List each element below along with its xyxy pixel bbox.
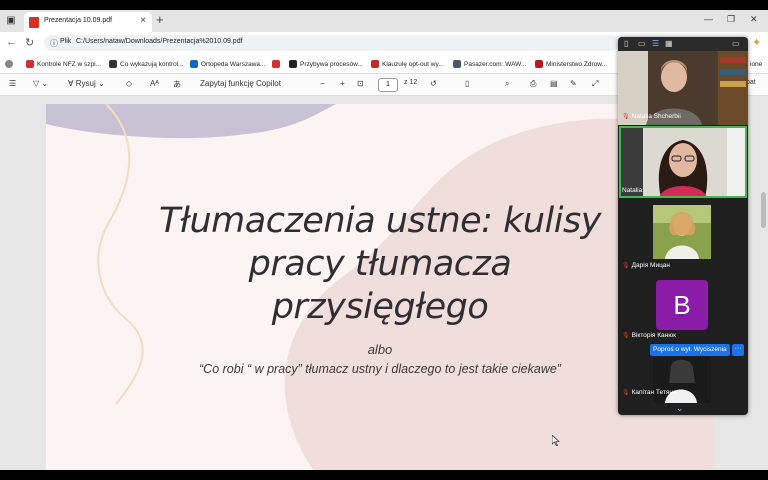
tab-pdf[interactable]: Prezentacja 10.09.pdf × <box>24 12 152 32</box>
maximize-icon[interactable]: ❐ <box>727 14 735 25</box>
tab-actions-icon[interactable]: ▣ <box>4 14 18 28</box>
slide-albo: albo <box>367 342 393 357</box>
contents-icon[interactable]: ☰ <box>9 79 16 88</box>
participant-avatar: B <box>656 280 708 330</box>
bookmark-3[interactable] <box>272 58 283 70</box>
close-tab-icon[interactable]: × <box>140 15 146 26</box>
participant-photo <box>653 205 711 259</box>
copilot-button[interactable]: Zapytaj funkcję Copilot <box>200 79 281 88</box>
save-as-icon[interactable]: ✎ <box>570 79 577 88</box>
rotate-icon[interactable]: ↺ <box>430 79 437 88</box>
participant-tile[interactable]: 🎙 Дарія Мицан <box>618 199 748 274</box>
layout-icon[interactable]: ▭ <box>638 39 646 48</box>
participant-photo <box>653 357 711 403</box>
participant-name: 🎙 Дарія Мицан <box>622 262 670 269</box>
bookmark-favicon <box>190 60 198 68</box>
slide-subtitle: “Co robi “ w pracy” tłumacz ustny i dlac… <box>199 362 561 376</box>
bookmarks-menu-icon[interactable] <box>5 58 16 70</box>
slide-title-line: przysięgłego <box>271 287 489 327</box>
fit-page-icon[interactable]: ⊡ <box>357 79 364 88</box>
slide-title-line: Tłumaczenia ustne: kulisy <box>159 201 601 241</box>
bookmark-2[interactable]: Ortopeda Warszawa... <box>190 58 265 70</box>
participant-name: 🎙 Капітан Тетяна <box>622 389 677 396</box>
zoom-out-icon[interactable]: − <box>320 79 325 88</box>
zoom-in-icon[interactable]: + <box>340 79 345 88</box>
url-field[interactable]: ⓘ Plik C:/Users/nataw/Downloads/Prezenta… <box>44 35 619 51</box>
page-view-icon[interactable]: ▯ <box>465 79 469 88</box>
meeting-panel-header: ▯ ▭ ☰ ▦ ▭ <box>618 37 748 51</box>
browser-window: ▣ Prezentacja 10.09.pdf × + — ❐ ✕ ← ↻ ⓘ … <box>0 10 768 470</box>
participant-tile-active[interactable]: Natalia <box>618 125 748 199</box>
pdf-file-icon <box>29 17 39 28</box>
window-close-icon[interactable]: ✕ <box>750 14 758 25</box>
screen: ▣ Prezentacja 10.09.pdf × + — ❐ ✕ ← ↻ ⓘ … <box>0 0 768 480</box>
back-icon[interactable]: ← <box>6 36 17 48</box>
bookmark-4[interactable]: Przybywa procesów... <box>289 58 363 70</box>
bookmark-7[interactable]: Ministerstwo Zdrow... <box>535 58 607 70</box>
minimize-icon[interactable]: — <box>704 14 713 24</box>
bookmark-6[interactable]: Pasazer.com: WAW... <box>453 58 526 70</box>
bookmark-0[interactable]: Kontrole NFZ w szpi... <box>26 58 101 70</box>
eraser-icon[interactable]: ◇ <box>126 79 132 88</box>
tab-strip: ▣ Prezentacja 10.09.pdf × + — ❐ ✕ <box>0 10 768 32</box>
draw-icon: ∀ <box>68 79 74 88</box>
bookmark-favicon <box>453 60 461 68</box>
muted-mic-icon: 🎙 <box>622 390 630 396</box>
url-text: C:/Users/nataw/Downloads/Prezentacja%201… <box>76 38 243 45</box>
url-scheme-label: Plik <box>60 38 72 45</box>
pdf-page: Tłumaczenia ustne: kulisy pracy tłumacza… <box>46 104 714 470</box>
participant-tile[interactable]: B 🎙 Вікторія Канюк <box>618 274 748 344</box>
bookmark-overflow[interactable]: ione <box>750 58 762 70</box>
save-icon[interactable]: ▤ <box>550 79 558 88</box>
fullscreen-icon[interactable]: ⤢ <box>592 79 598 89</box>
slide-title: Tłumaczenia ustne: kulisy pracy tłumacza… <box>46 200 714 329</box>
new-tab-icon[interactable]: + <box>156 12 164 27</box>
bookmark-1[interactable]: Co wykazują kontrol... <box>109 58 184 70</box>
bookmark-favicon <box>272 60 280 68</box>
muted-mic-icon: 🎙 <box>622 263 630 269</box>
bookmark-5[interactable]: Klauzulę opt-out wy... <box>371 58 444 70</box>
participant-name: 🎙 Вікторія Канюк <box>622 332 676 339</box>
grid-icon[interactable]: ▦ <box>665 39 673 48</box>
search-icon[interactable]: ⌕ <box>505 79 509 89</box>
print-icon[interactable]: ⎙ <box>530 79 536 89</box>
expand-icon[interactable]: ▭ <box>732 39 740 48</box>
read-aloud-icon[interactable]: Aᴬ <box>150 79 159 88</box>
lavender-blob <box>46 104 336 139</box>
participant-tile[interactable]: 🎙 Капітан Тетяна <box>618 357 748 403</box>
more-options-button[interactable]: ··· <box>732 344 744 356</box>
bookmark-favicon <box>371 60 379 68</box>
layout-icon[interactable]: ☰ <box>652 39 659 48</box>
page-number-input[interactable]: 1 <box>378 78 398 92</box>
vertical-scrollbar[interactable] <box>761 192 766 228</box>
bookmark-favicon <box>535 60 543 68</box>
participant-tile[interactable]: 🎙 Natalia Shcherbii <box>618 51 748 125</box>
reload-icon[interactable]: ↻ <box>25 36 34 49</box>
muted-mic-icon: 🎙 <box>622 114 630 120</box>
bookmark-favicon <box>26 60 34 68</box>
meeting-panel: ▯ ▭ ☰ ▦ ▭ 🎙 Natalia Shcherbii Natalia 🎙 … <box>618 37 748 415</box>
slide-title-line: pracy tłumacza <box>248 244 512 284</box>
translate-icon[interactable]: あ <box>173 79 181 90</box>
muted-mic-icon: 🎙 <box>622 333 630 339</box>
page-total: z 12 <box>404 79 418 86</box>
ask-to-unmute-button[interactable]: Poproś o wył. Wyciszenia <box>650 344 730 356</box>
bookmark-favicon <box>109 60 117 68</box>
file-info-icon: ⓘ <box>50 39 58 48</box>
bookmark-favicon <box>289 60 297 68</box>
participant-name: 🎙 Natalia Shcherbii <box>622 113 681 120</box>
draw-button[interactable]: ∀ Rysuj ⌄ <box>68 79 105 88</box>
participant-name: Natalia <box>622 187 643 194</box>
scroll-down-chevron-icon[interactable]: ⌄ <box>676 403 684 414</box>
highlight-icon[interactable]: ▽ ⌄ <box>33 79 48 88</box>
tab-title: Prezentacja 10.09.pdf <box>44 17 113 24</box>
copilot-icon[interactable]: ✦ <box>752 36 761 49</box>
mouse-cursor-icon <box>552 435 560 446</box>
layout-icon[interactable]: ▯ <box>624 39 628 48</box>
